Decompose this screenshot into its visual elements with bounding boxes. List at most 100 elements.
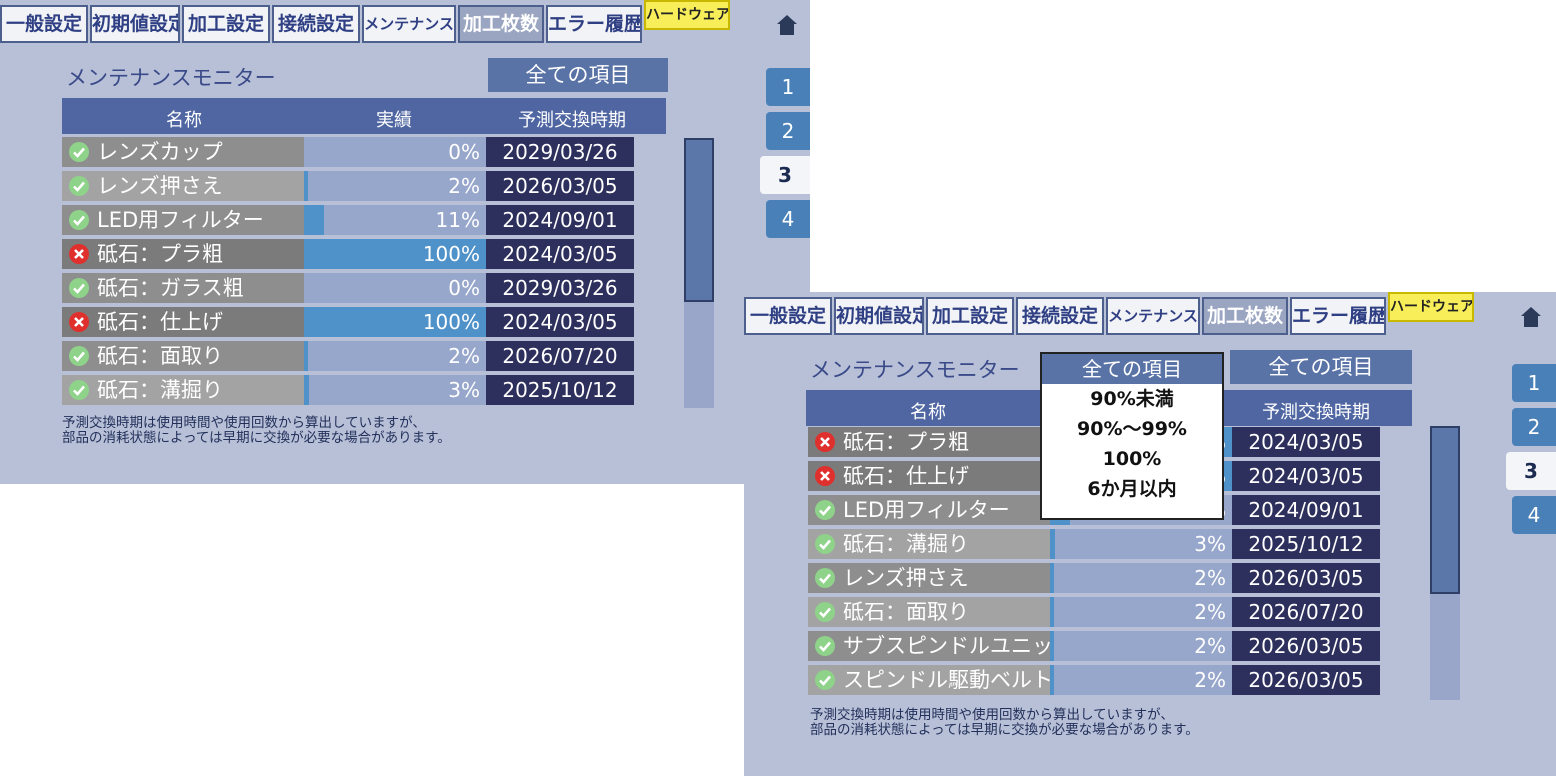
usage-percent: 0% xyxy=(448,140,480,164)
tab-processing[interactable]: 加工設定 xyxy=(926,297,1014,335)
filter-option-under-90[interactable]: 90%未満 xyxy=(1042,384,1222,414)
tab-connection[interactable]: 接続設定 xyxy=(272,5,360,43)
scrollbar-thumb[interactable] xyxy=(1430,426,1460,594)
predicted-date: 2029/03/26 xyxy=(486,137,634,167)
usage-bar: 2% xyxy=(304,341,486,371)
predicted-date: 2024/03/05 xyxy=(1232,461,1380,491)
tab-initial-values[interactable]: 初期値設定 xyxy=(834,297,924,335)
usage-bar: 100% xyxy=(304,307,486,337)
page-button-2[interactable]: 2 xyxy=(1512,408,1556,446)
scrollbar-thumb[interactable] xyxy=(684,138,714,302)
part-name: レンズ押さえ xyxy=(97,174,223,198)
tab-general[interactable]: 一般設定 xyxy=(744,297,832,335)
part-name-cell: 砥石：ガラス粗 xyxy=(62,273,304,303)
tab-hardware-test[interactable]: ハードウェアテスト xyxy=(644,0,730,30)
check-circle-icon xyxy=(69,210,89,230)
check-circle-icon xyxy=(69,346,89,366)
page-button-4[interactable]: 4 xyxy=(766,200,810,238)
usage-bar: 3% xyxy=(1050,529,1232,559)
table-header: 名称 実績 予測交換時期 xyxy=(62,98,666,134)
filter-options-menu: 全ての項目 90%未満 90%～99% 100% 6か月以内 xyxy=(1040,352,1224,520)
tab-initial-values[interactable]: 初期値設定 xyxy=(90,5,180,43)
filter-option-100[interactable]: 100% xyxy=(1042,444,1222,474)
scrollbar[interactable] xyxy=(684,138,714,408)
table-row: LED用フィルター 11%2024/09/01 xyxy=(62,205,634,235)
predicted-date: 2026/03/05 xyxy=(486,171,634,201)
table-row: サブスピンドルユニット 2%2026/03/05 xyxy=(808,631,1380,661)
screen-title: メンテナンスモニター xyxy=(66,66,276,90)
tab-error-history[interactable]: エラー履歴 xyxy=(1290,297,1386,335)
footnote: 予測交換時期は使用時間や使用回数から算出していますが、 部品の消耗状態によっては… xyxy=(62,415,451,446)
part-name-cell: 砥石：プラ粗 xyxy=(808,427,1050,457)
table-row: 砥石：溝掘り 3% 2025/10/12 xyxy=(62,375,634,405)
usage-bar: 11% xyxy=(304,205,486,235)
usage-bar-fill xyxy=(304,375,310,405)
tab-maintenance[interactable]: メンテナンス xyxy=(362,5,456,43)
page-button-3[interactable]: 3 xyxy=(1506,452,1556,490)
tab-processing[interactable]: 加工設定 xyxy=(182,5,270,43)
tab-error-history[interactable]: エラー履歴 xyxy=(546,5,642,43)
part-name-cell: レンズカップ xyxy=(62,137,304,167)
check-circle-icon xyxy=(69,142,89,162)
part-name: LED用フィルター xyxy=(843,498,1010,522)
tab-bar: 一般設定初期値設定加工設定接続設定メンテナンス加工枚数エラー履歴ハードウェアテス… xyxy=(744,292,1556,336)
check-circle-icon xyxy=(815,602,835,622)
part-name-cell: LED用フィルター xyxy=(808,495,1050,525)
tab-processing-count[interactable]: 加工枚数 xyxy=(1202,297,1288,335)
predicted-date: 2024/03/05 xyxy=(486,239,634,269)
page-button-1[interactable]: 1 xyxy=(1512,364,1556,402)
filter-dropdown[interactable]: 全ての項目 xyxy=(488,58,668,92)
check-circle-icon xyxy=(69,176,89,196)
usage-bar: 2% xyxy=(1050,597,1232,627)
usage-percent: 2% xyxy=(1194,634,1226,658)
check-circle-icon xyxy=(815,568,835,588)
page-button-2[interactable]: 2 xyxy=(766,112,810,150)
filter-option-6-months[interactable]: 6か月以内 xyxy=(1042,474,1222,504)
tab-processing-count[interactable]: 加工枚数 xyxy=(458,5,544,43)
scrollbar[interactable] xyxy=(1430,426,1460,700)
filter-option-selected[interactable]: 全ての項目 xyxy=(1042,354,1222,384)
tab-hardware-test[interactable]: ハードウェアテスト xyxy=(1388,292,1474,322)
check-circle-icon xyxy=(69,380,89,400)
usage-percent: 3% xyxy=(1194,532,1226,556)
page-button-4[interactable]: 4 xyxy=(1512,496,1556,534)
home-icon[interactable] xyxy=(772,10,802,40)
col-name: 名称 xyxy=(910,402,946,423)
part-name: 砥石：プラ粗 xyxy=(843,430,969,454)
usage-percent: 100% xyxy=(422,310,480,334)
part-name-cell: スピンドル駆動ベルト xyxy=(808,665,1050,695)
tab-connection[interactable]: 接続設定 xyxy=(1016,297,1104,335)
usage-bar: 0% xyxy=(304,137,486,167)
check-circle-icon xyxy=(815,670,835,690)
usage-bar: 2% xyxy=(1050,665,1232,695)
part-name: 砥石：面取り xyxy=(843,600,969,624)
usage-bar-fill xyxy=(1050,631,1054,661)
table-row: 砥石：仕上げ 100%2024/03/05 xyxy=(62,307,634,337)
part-name-cell: 砥石：溝掘り xyxy=(808,529,1050,559)
col-actual: 実績 xyxy=(376,110,412,131)
part-name-cell: LED用フィルター xyxy=(62,205,304,235)
usage-bar-fill xyxy=(1050,597,1054,627)
tab-maintenance[interactable]: メンテナンス xyxy=(1106,297,1200,335)
usage-bar-fill xyxy=(304,171,308,201)
predicted-date: 2025/10/12 xyxy=(1232,529,1380,559)
predicted-date: 2026/03/05 xyxy=(1232,631,1380,661)
tab-general[interactable]: 一般設定 xyxy=(0,5,88,43)
usage-percent: 2% xyxy=(1194,600,1226,624)
usage-percent: 2% xyxy=(1194,566,1226,590)
part-name-cell: レンズ押さえ xyxy=(808,563,1050,593)
check-circle-icon xyxy=(69,278,89,298)
x-circle-icon xyxy=(815,432,835,452)
home-icon[interactable] xyxy=(1516,302,1546,332)
filter-option-90-99[interactable]: 90%～99% xyxy=(1042,414,1222,444)
usage-bar: 3% xyxy=(304,375,486,405)
usage-percent: 2% xyxy=(1194,668,1226,692)
filter-dropdown[interactable]: 全ての項目 xyxy=(1230,350,1412,384)
page-button-3[interactable]: 3 xyxy=(760,156,810,194)
predicted-date: 2025/10/12 xyxy=(486,375,634,405)
predicted-date: 2024/03/05 xyxy=(486,307,634,337)
usage-bar: 2% xyxy=(304,171,486,201)
maintenance-screen-after: 一般設定初期値設定加工設定接続設定メンテナンス加工枚数エラー履歴ハードウェアテス… xyxy=(744,292,1556,776)
predicted-date: 2024/09/01 xyxy=(1232,495,1380,525)
page-button-1[interactable]: 1 xyxy=(766,68,810,106)
